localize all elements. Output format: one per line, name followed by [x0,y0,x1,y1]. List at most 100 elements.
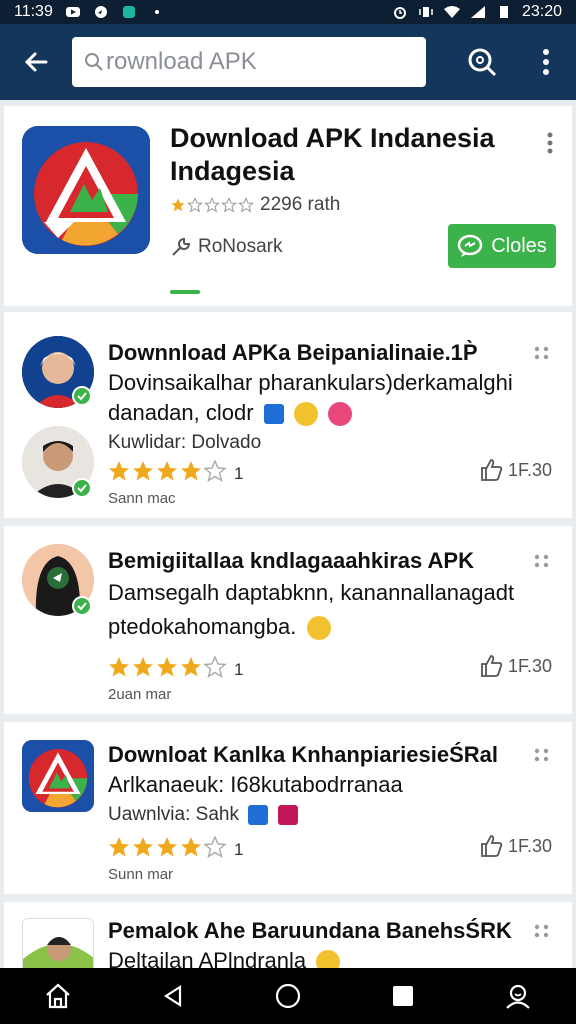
post-more-button[interactable] [534,346,550,365]
home-nav-button[interactable] [30,968,86,1024]
search-input-value: rownload APK [106,48,257,75]
post-body-text: ptedokahomangba. [108,614,297,639]
post-body-line: ptedokahomangba. [108,612,331,642]
party-emoji-icon [327,402,352,427]
post-title: Bemigiitallaa kndlagaaahkiras APK [108,548,474,573]
post-body-line: Damsegalh daptabknn, kanannallanagadt [108,580,515,605]
chat-bubble-icon [94,6,107,18]
post-meta: Kuwlidar: Dolvado [108,432,262,453]
account-icon [506,984,531,1009]
app-toolbar: rownload APK [0,24,576,100]
flag-icon [248,804,269,825]
post-body-line: danadan, clodr [108,398,352,428]
post-rating: 1 [108,459,244,487]
post-title: Pemalok Ahe Baruundana BanehsŚRK [108,918,512,943]
star-empty-icon [238,197,254,213]
back-button[interactable] [0,24,72,100]
check-icon [77,392,87,401]
search-button[interactable] [448,24,516,100]
status-clock: 23:20 [521,3,562,20]
page-indicator [170,290,200,294]
developer-name: RoNosark [198,236,283,257]
post-time: Sunn mar [108,866,174,883]
rating-count: 1 [234,463,244,483]
smile-emoji-icon [306,616,331,641]
recents-button[interactable] [375,968,431,1024]
rating-stars [108,835,228,863]
post-time: 2uan mar [108,686,172,703]
like-button[interactable]: 1F.30 [480,834,552,858]
search-input-icon [85,53,103,71]
status-bar: 11:39 23:20 [0,0,576,24]
like-count: 1F.30 [507,835,552,856]
like-button[interactable]: 1F.30 [480,654,552,678]
more-grid-icon [534,554,549,568]
app-header-card: Download APK Indanesia Indagesia 2296 ra… [4,106,572,306]
app-notification-icon [122,6,135,18]
check-icon [77,602,87,611]
list-item[interactable]: Downloat Kanlka KnhanpiariesieŚRal Arlka… [4,722,572,894]
star-filled-icon [171,198,185,212]
list-item[interactable]: Pemalok Ahe Baruundana BanehsŚRK Deltail… [4,902,572,968]
rating-count: 1 [234,659,244,679]
avatar[interactable] [22,918,94,968]
app-logo-icon [22,126,150,254]
list-item[interactable]: Bemigiitallaa kndlagaaahkiras APK Damseg… [4,526,572,714]
smile-emoji-icon [316,950,341,968]
wrench-icon [172,237,191,256]
post-more-button[interactable] [534,554,550,573]
search-icon [468,48,497,77]
like-button[interactable]: 1F.30 [480,458,552,482]
post-body-line: Arlkanaeuk: I68kutabodrranaa [108,772,403,797]
rating-stars [108,459,228,487]
square-recents-icon [393,986,414,1006]
back-nav-button[interactable] [145,968,201,1024]
battery-icon [499,6,508,18]
more-grid-icon [534,748,549,762]
search-input[interactable]: rownload APK [72,37,426,87]
post-title: Downloat Kanlka KnhanpiariesieŚRal [108,742,498,767]
vibrate-icon [419,7,433,17]
more-grid-icon [534,924,549,938]
home-circle-button[interactable] [260,968,316,1024]
youtube-icon [65,7,80,17]
app-more-button[interactable] [546,132,554,159]
wifi-icon [443,6,460,18]
system-nav-bar [0,968,576,1024]
chat-icon [457,234,483,257]
thumbs-up-icon [481,835,503,857]
rating-stars [170,197,254,213]
rating-count: 1 [234,839,244,859]
dot-icon [154,10,159,14]
app-logo[interactable] [22,126,150,254]
verified-badge [72,596,92,616]
circle-home-icon [275,983,301,1009]
stars-4-of-5-icon [109,835,227,859]
overflow-menu-button[interactable] [516,24,576,100]
person-avatar-icon [23,919,93,968]
rating-count: 2296 rath [260,194,341,215]
stars-4-of-5-icon [109,459,227,483]
verified-badge [72,386,92,406]
post-time: Sann mac [108,490,176,507]
grin-emoji-icon [293,402,318,427]
thumbs-up-icon [481,459,503,481]
app-logo[interactable] [22,740,94,812]
like-count: 1F.30 [507,459,552,480]
open-button[interactable]: Cloles [448,224,556,268]
account-button[interactable] [490,968,546,1024]
list-item[interactable]: Downnload APKa Beipanialinaie.1P̀ Dovins… [4,312,572,518]
thumbs-up-icon [481,655,503,677]
open-button-label: Cloles [491,234,547,257]
post-more-button[interactable] [534,748,550,767]
post-body-text: Deltailan APlndranla [108,948,307,968]
app-developer[interactable]: RoNosark [170,236,282,258]
app-title: Download APK Indanesia Indagesia [170,123,495,186]
back-nav-icon [163,984,181,1008]
home-icon [45,983,70,1009]
verified-badge [72,478,92,498]
like-count: 1F.30 [507,655,552,676]
post-more-button[interactable] [534,924,550,943]
rating-stars [108,655,228,683]
post-rating: 1 [108,655,244,683]
